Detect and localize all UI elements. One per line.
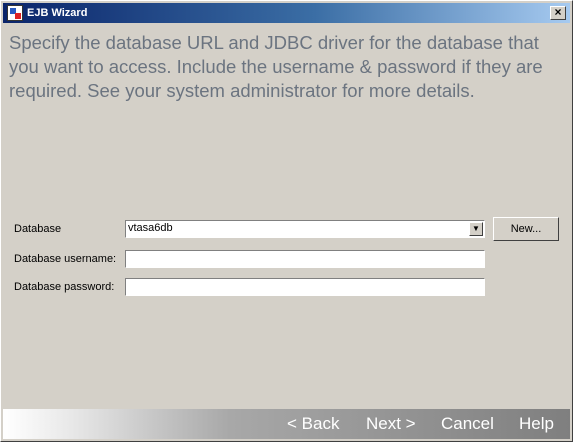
new-database-button[interactable]: New... — [493, 217, 559, 241]
ejb-wizard-window: EJB Wizard × Specify the database URL an… — [0, 0, 573, 442]
next-button[interactable]: Next > — [366, 414, 416, 434]
ejb-wizard-icon — [7, 5, 23, 21]
dropdown-arrow-icon[interactable]: ▼ — [469, 222, 483, 236]
title-bar[interactable]: EJB Wizard × — [3, 3, 570, 23]
database-password-label: Database password: — [14, 281, 115, 293]
database-select[interactable]: vtasa6db ▼ — [125, 220, 485, 238]
window-title: EJB Wizard — [27, 7, 88, 19]
wizard-footer: < Back Next > Cancel Help — [3, 409, 570, 439]
database-password-input[interactable] — [126, 281, 484, 297]
cancel-button[interactable]: Cancel — [441, 414, 494, 434]
database-username-field[interactable] — [125, 250, 485, 269]
database-password-field[interactable] — [125, 278, 485, 297]
database-label: Database — [14, 223, 62, 235]
back-button[interactable]: < Back — [287, 414, 339, 434]
help-button[interactable]: Help — [519, 414, 554, 434]
instructions-text: Specify the database URL and JDBC driver… — [9, 32, 543, 101]
database-username-input[interactable] — [126, 253, 484, 269]
database-selected-value: vtasa6db — [128, 222, 173, 234]
close-button[interactable]: × — [550, 6, 566, 20]
database-username-label: Database username: — [14, 253, 117, 265]
